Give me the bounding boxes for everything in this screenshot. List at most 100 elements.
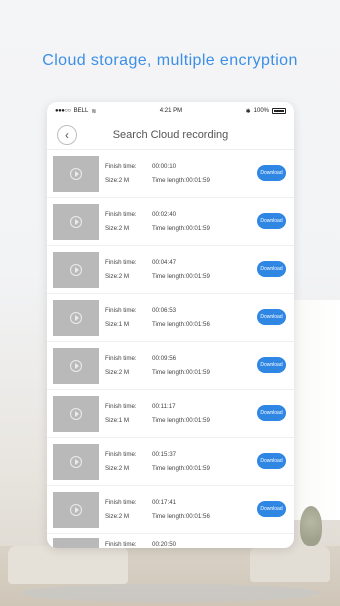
finish-time-label: Finish time: (105, 258, 137, 266)
wifi-icon: ≋ (91, 108, 97, 115)
video-thumbnail[interactable] (53, 251, 99, 288)
recording-info: Finish time: 00:04:47 Size:2 M Time leng… (105, 256, 210, 284)
download-button[interactable]: Download (257, 405, 286, 421)
background-sofa (8, 546, 128, 584)
recording-row[interactable]: Finish time: 00:09:56 Size:2 M Time leng… (47, 342, 294, 390)
recording-info: Finish time: 00:00:10 Size:2 M Time leng… (105, 160, 210, 188)
size-value: Size:2 M (105, 464, 130, 472)
status-time: 4:21 PM (159, 108, 183, 114)
size-value: Size:2 M (105, 272, 130, 280)
recording-info: Finish time: 00:02:40 Size:2 M Time leng… (105, 208, 210, 236)
promo-headline: Cloud storage, multiple encryption (42, 52, 298, 69)
recording-info: Finish time: 00:11:17 Size:1 M Time leng… (105, 400, 210, 428)
signal-icon: ●●●○○ (55, 108, 71, 114)
finish-time-value: 00:17:41 (152, 498, 177, 506)
recording-list: Finish time: 00:00:10 Size:2 M Time leng… (47, 150, 294, 548)
recording-row[interactable]: Finish time: 00:15:37 Size:2 M Time leng… (47, 438, 294, 486)
download-button[interactable]: Download (257, 261, 286, 277)
size-value: Size:1 M (105, 416, 130, 424)
finish-time-label: Finish time: (105, 210, 137, 218)
time-length-value: 00:01:59 (185, 224, 210, 232)
carrier-label: BELL (73, 108, 89, 114)
video-thumbnail[interactable] (53, 347, 99, 384)
finish-time-value: 00:20:50 (152, 541, 177, 548)
size-value: Size:2 M (105, 176, 130, 184)
background-plant (300, 506, 322, 546)
finish-time-label: Finish time: (105, 450, 137, 458)
time-length-value: 00:01:59 (185, 464, 210, 472)
status-bar: ●●●○○ BELL ≋ 4:21 PM ✱ 100% (47, 102, 294, 120)
recording-info: Finish time: 00:15:37 Size:2 M Time leng… (105, 448, 210, 476)
recording-row[interactable]: Finish time: 00:00:10 Size:2 M Time leng… (47, 150, 294, 198)
finish-time-value: 00:04:47 (152, 258, 177, 266)
time-length-label: Time length: (152, 272, 186, 280)
video-thumbnail[interactable] (53, 395, 99, 432)
video-thumbnail[interactable] (53, 443, 99, 480)
video-thumbnail[interactable] (53, 538, 99, 548)
finish-time-label: Finish time: (105, 354, 137, 362)
time-length-label: Time length: (152, 512, 186, 520)
bluetooth-icon: ✱ (245, 108, 251, 115)
finish-time-label: Finish time: (105, 498, 137, 506)
time-length-label: Time length: (152, 368, 186, 376)
video-thumbnail[interactable] (53, 203, 99, 240)
video-thumbnail[interactable] (53, 491, 99, 528)
video-thumbnail[interactable] (53, 299, 99, 336)
time-length-value: 00:01:56 (185, 320, 210, 328)
time-length-value: 00:01:59 (185, 416, 210, 424)
recording-row[interactable]: Finish time: 00:17:41 Size:2 M Time leng… (47, 486, 294, 534)
time-length-label: Time length: (152, 416, 186, 424)
play-icon (70, 407, 82, 420)
background-rug (20, 584, 320, 602)
recording-row[interactable]: Finish time: 00:02:40 Size:2 M Time leng… (47, 198, 294, 246)
play-icon (70, 311, 82, 324)
recording-row[interactable]: Finish time: 00:20:50 (47, 534, 294, 548)
play-icon (70, 359, 82, 372)
finish-time-value: 00:00:10 (152, 162, 177, 170)
finish-time-label: Finish time: (105, 306, 137, 314)
play-icon (70, 167, 82, 180)
download-button[interactable]: Download (257, 501, 286, 517)
play-icon (70, 263, 82, 276)
download-button[interactable]: Download (257, 357, 286, 373)
size-value: Size:2 M (105, 368, 130, 376)
nav-bar: ‹ Search Cloud recording (47, 120, 294, 150)
background-armchair (250, 546, 330, 582)
battery-percent: 100% (253, 108, 269, 114)
play-icon (70, 503, 82, 516)
finish-time-label: Finish time: (105, 541, 137, 548)
finish-time-value: 00:15:37 (152, 450, 177, 458)
time-length-value: 00:01:59 (185, 272, 210, 280)
recording-info: Finish time: 00:06:53 Size:1 M Time leng… (105, 304, 210, 332)
size-value: Size:1 M (105, 320, 130, 328)
recording-row[interactable]: Finish time: 00:04:47 Size:2 M Time leng… (47, 246, 294, 294)
time-length-label: Time length: (152, 176, 186, 184)
size-value: Size:2 M (105, 224, 130, 232)
time-length-label: Time length: (152, 320, 186, 328)
recording-info: Finish time: 00:09:56 Size:2 M Time leng… (105, 352, 210, 380)
finish-time-label: Finish time: (105, 402, 137, 410)
finish-time-value: 00:02:40 (152, 210, 177, 218)
finish-time-value: 00:09:56 (152, 354, 177, 362)
download-button[interactable]: Download (257, 213, 286, 229)
time-length-value: 00:01:59 (185, 176, 210, 184)
play-icon (70, 215, 82, 228)
download-button[interactable]: Download (257, 165, 286, 181)
phone-screen: ●●●○○ BELL ≋ 4:21 PM ✱ 100% ‹ Search Clo… (47, 102, 294, 548)
chevron-left-icon: ‹ (65, 128, 69, 142)
time-length-value: 00:01:59 (185, 368, 210, 376)
download-button[interactable]: Download (257, 309, 286, 325)
time-length-label: Time length: (152, 224, 186, 232)
battery-icon (272, 108, 286, 114)
page-title: Search Cloud recording (112, 128, 229, 141)
size-value: Size:2 M (105, 512, 130, 520)
back-button[interactable]: ‹ (57, 125, 77, 145)
finish-time-value: 00:11:17 (152, 402, 176, 410)
time-length-label: Time length: (152, 464, 186, 472)
recording-info: Finish time: 00:20:50 (105, 538, 176, 548)
recording-row[interactable]: Finish time: 00:11:17 Size:1 M Time leng… (47, 390, 294, 438)
recording-row[interactable]: Finish time: 00:06:53 Size:1 M Time leng… (47, 294, 294, 342)
video-thumbnail[interactable] (53, 155, 99, 192)
play-icon (70, 455, 82, 468)
download-button[interactable]: Download (257, 453, 286, 469)
